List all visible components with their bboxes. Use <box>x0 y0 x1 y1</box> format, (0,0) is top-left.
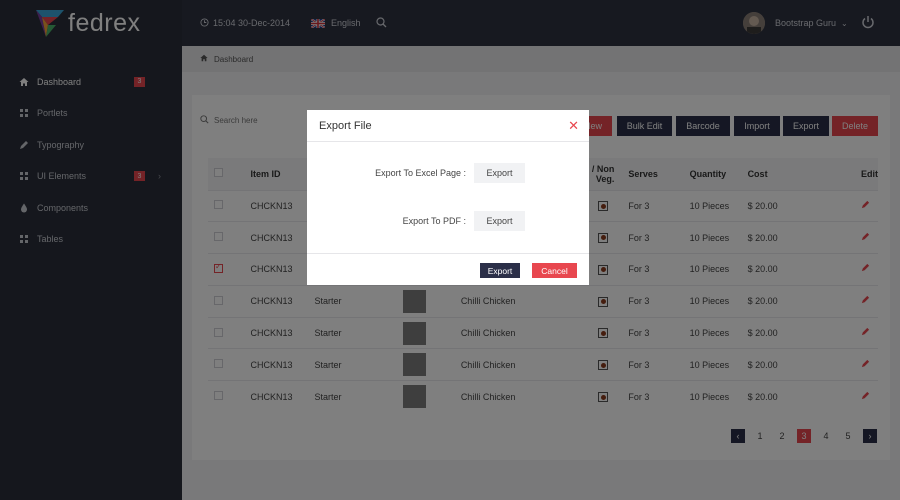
export-excel-button[interactable]: Export <box>474 163 525 183</box>
confirm-export-button[interactable]: Export <box>480 263 520 278</box>
dialog-footer: Export Cancel <box>307 253 589 285</box>
export-pdf-row: Export To PDF : Export <box>307 211 589 231</box>
export-excel-row: Export To Excel Page : Export <box>307 163 589 183</box>
close-icon[interactable]: ✕ <box>568 119 579 132</box>
dialog-title: Export File <box>319 119 372 132</box>
export-pdf-button[interactable]: Export <box>474 211 525 231</box>
export-excel-label: Export To Excel Page : <box>375 168 466 178</box>
dialog-header: Export File ✕ <box>307 110 589 142</box>
cancel-button[interactable]: Cancel <box>532 263 577 278</box>
export-pdf-label: Export To PDF : <box>402 216 466 226</box>
export-file-dialog: Export File ✕ Export To Excel Page : Exp… <box>307 110 589 285</box>
